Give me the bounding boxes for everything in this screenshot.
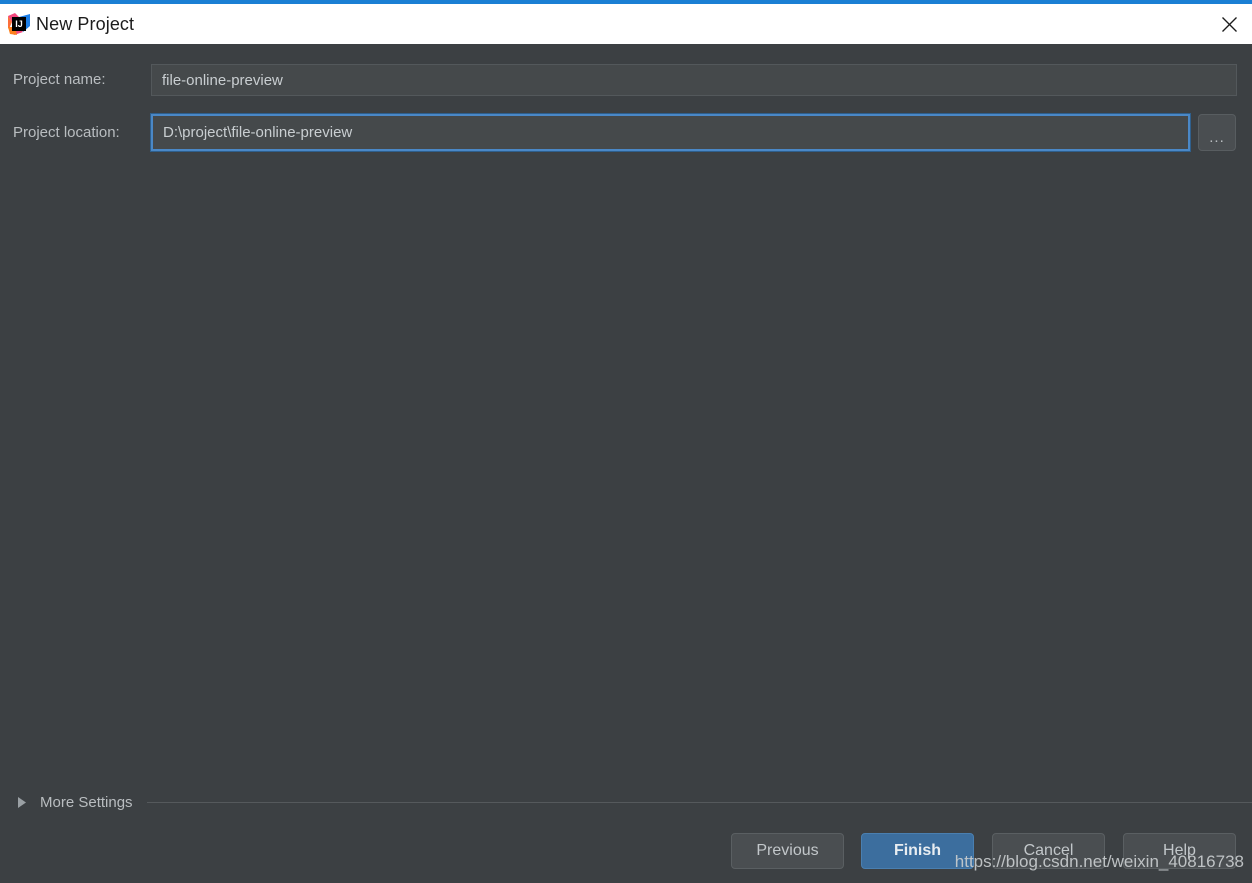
close-button[interactable] <box>1206 4 1252 44</box>
close-icon <box>1221 16 1238 33</box>
svg-text:IJ: IJ <box>15 19 23 29</box>
cancel-button[interactable]: Cancel <box>992 833 1105 869</box>
project-location-label: Project location: <box>13 124 120 141</box>
more-settings-divider <box>146 801 1252 803</box>
title-bar: IJ New Project <box>0 4 1252 44</box>
project-name-label: Project name: <box>13 71 106 88</box>
dialog-body: Project name: Project location: ... More… <box>0 44 1252 883</box>
window-title: New Project <box>36 14 135 34</box>
project-location-input[interactable] <box>151 114 1190 151</box>
previous-button[interactable]: Previous <box>731 833 844 869</box>
more-settings-label: More Settings <box>40 793 133 811</box>
browse-location-button[interactable]: ... <box>1198 114 1236 151</box>
ellipsis-icon: ... <box>1209 129 1225 146</box>
more-settings-section-toggle[interactable]: More Settings <box>0 789 1252 815</box>
chevron-right-icon <box>18 796 28 808</box>
finish-button[interactable]: Finish <box>861 833 974 869</box>
new-project-dialog: IJ New Project Project name: Project loc… <box>0 0 1252 883</box>
project-name-input[interactable] <box>151 64 1237 96</box>
intellij-idea-logo-icon: IJ <box>8 13 30 35</box>
help-button[interactable]: Help <box>1123 833 1236 869</box>
